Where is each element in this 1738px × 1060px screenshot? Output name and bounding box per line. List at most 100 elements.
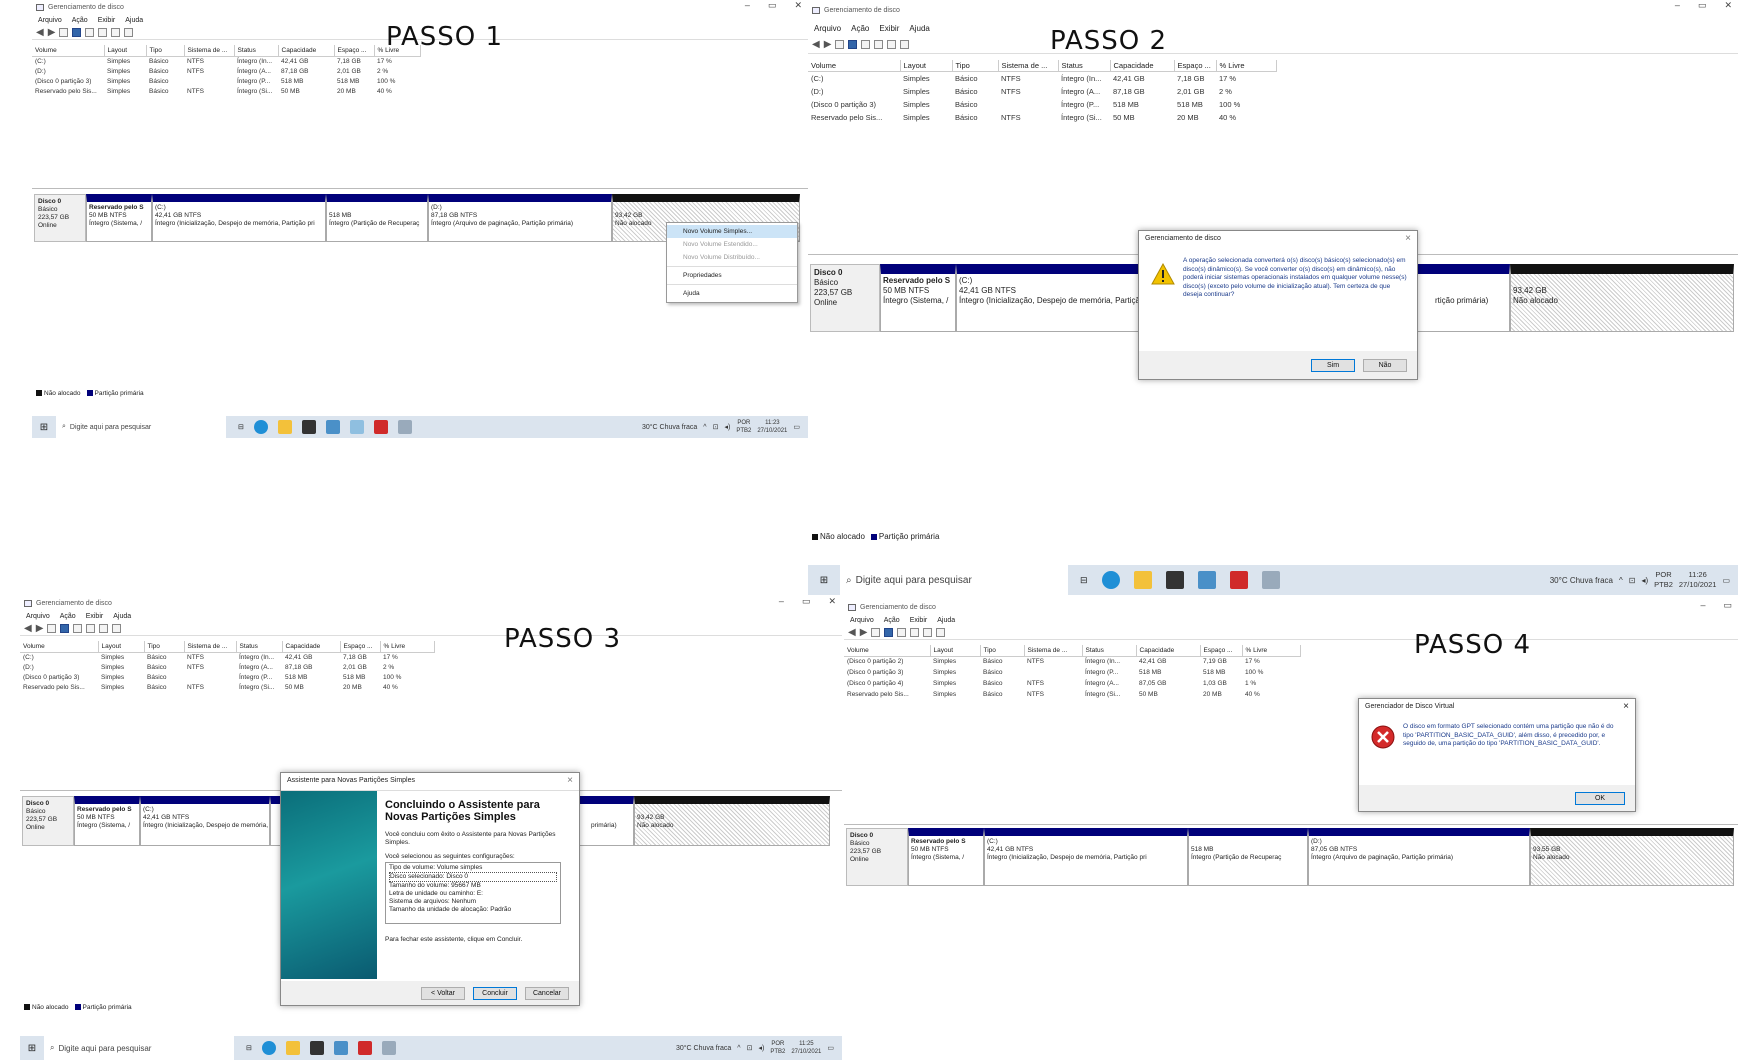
properties-icon[interactable] bbox=[124, 28, 134, 37]
table-row[interactable]: (Disco 0 partição 3) Simples Básico Íntegro… bbox=[32, 76, 420, 86]
back-arrow-icon[interactable]: ◀ bbox=[24, 624, 32, 634]
col-layout[interactable]: Layout bbox=[930, 645, 981, 657]
disk-label[interactable]: Disco 0 Básico 223,57 GB Online bbox=[34, 194, 86, 242]
close-icon[interactable]: ✕ bbox=[1724, 0, 1732, 11]
col-layout[interactable]: Layout bbox=[98, 641, 145, 653]
col-espaco[interactable]: Espaço ... bbox=[1200, 645, 1243, 657]
partition-d[interactable]: (D:) 87,18 GB NTFS Íntegro (Arquivo de pag… bbox=[428, 194, 612, 242]
partition-recovery[interactable]: 518 MB Íntegro (Partição de Recuperaç bbox=[326, 194, 428, 242]
clock[interactable]: 11:26 27/10/2021 bbox=[1679, 570, 1717, 590]
app-icon[interactable] bbox=[1197, 571, 1216, 589]
menu-exibir[interactable]: Exibir bbox=[98, 17, 116, 24]
minimize-icon[interactable]: – bbox=[745, 0, 750, 11]
ok-button[interactable]: OK bbox=[1575, 791, 1625, 805]
col-tipo[interactable]: Tipo bbox=[952, 60, 999, 72]
close-icon[interactable]: × bbox=[1405, 233, 1411, 244]
menu-item-help[interactable]: Ajuda bbox=[667, 287, 797, 300]
table-row[interactable]: Reservado pelo Sis... Simples Básico NTFS Ín… bbox=[32, 86, 420, 96]
col-sistema[interactable]: Sistema de ... bbox=[1024, 645, 1083, 657]
table-row[interactable]: (C:) Simples Básico NTFS Íntegro (In... 42,41… bbox=[808, 72, 1276, 85]
app-icon[interactable] bbox=[1229, 571, 1248, 589]
task-view-icon[interactable]: ⊟ bbox=[238, 423, 244, 431]
menu-ajuda[interactable]: Ajuda bbox=[909, 24, 929, 33]
cancel-button[interactable]: Cancelar bbox=[525, 986, 569, 1000]
console-icon[interactable] bbox=[59, 28, 69, 37]
table-row[interactable]: (Disco 0 partição 2) Simples Básico NTFS Ínt… bbox=[844, 656, 1300, 667]
disk-management-task-icon[interactable] bbox=[381, 1041, 396, 1055]
col-volume[interactable]: Volume bbox=[20, 641, 99, 653]
menu-exibir[interactable]: Exibir bbox=[879, 24, 899, 33]
menu-ajuda[interactable]: Ajuda bbox=[113, 613, 131, 620]
partition-c[interactable]: (C:) 42,41 GB NTFS Íntegro (Inicialização,… bbox=[956, 264, 1154, 332]
restore-icon[interactable]: ▭ bbox=[1698, 0, 1707, 11]
menu-arquivo[interactable]: Arquivo bbox=[814, 24, 841, 33]
edge-icon[interactable] bbox=[1101, 571, 1120, 589]
check-icon[interactable] bbox=[99, 624, 109, 633]
table-row[interactable]: (C:) Simples Básico NTFS Íntegro (In... 42,41… bbox=[20, 652, 434, 662]
finish-button[interactable]: Concluir bbox=[473, 986, 517, 1000]
app-icon[interactable] bbox=[325, 420, 340, 434]
check-icon[interactable] bbox=[887, 40, 897, 49]
taskbar-search[interactable]: ⌕ Digite aqui para pesquisar bbox=[840, 565, 1068, 595]
menu-exibir[interactable]: Exibir bbox=[86, 613, 104, 620]
col-layout[interactable]: Layout bbox=[104, 45, 147, 57]
close-icon[interactable]: × bbox=[1623, 701, 1629, 712]
back-arrow-icon[interactable]: ◀ bbox=[36, 28, 44, 38]
app-icon[interactable] bbox=[333, 1041, 348, 1055]
col-status[interactable]: Status bbox=[1058, 60, 1111, 72]
col-status[interactable]: Status bbox=[1082, 645, 1137, 657]
menu-arquivo[interactable]: Arquivo bbox=[26, 613, 50, 620]
key-icon[interactable] bbox=[910, 628, 920, 637]
partition-d[interactable]: (D:) 87,05 GB NTFS Íntegro (Arquivo de pag… bbox=[1308, 828, 1530, 886]
windows-start-icon[interactable]: ⊞ bbox=[808, 565, 840, 595]
store-icon[interactable] bbox=[309, 1041, 324, 1055]
check-icon[interactable] bbox=[923, 628, 933, 637]
clock[interactable]: 11:23 27/10/2021 bbox=[757, 419, 787, 435]
table-row[interactable]: (Disco 0 partição 4) Simples Básico NTFS Ínt… bbox=[844, 678, 1300, 689]
minimize-icon[interactable]: – bbox=[779, 596, 784, 607]
app-icon[interactable] bbox=[349, 420, 364, 434]
taskbar-search[interactable]: ⌕ Digite aqui para pesquisar bbox=[56, 416, 226, 438]
menu-acao[interactable]: Ação bbox=[851, 24, 869, 33]
store-icon[interactable] bbox=[301, 420, 316, 434]
network-icon[interactable]: ⊡ bbox=[747, 1044, 753, 1052]
language[interactable]: POR PTB2 bbox=[770, 1040, 785, 1056]
restore-icon[interactable]: ▭ bbox=[1723, 600, 1732, 611]
key-icon[interactable] bbox=[98, 28, 108, 37]
forward-arrow-icon[interactable]: ▶ bbox=[48, 28, 56, 38]
menu-arquivo[interactable]: Arquivo bbox=[38, 17, 62, 24]
language[interactable]: POR PTB2 bbox=[1654, 570, 1673, 590]
col-status[interactable]: Status bbox=[234, 45, 279, 57]
console-icon[interactable] bbox=[871, 628, 881, 637]
col-volume[interactable]: Volume bbox=[808, 60, 901, 72]
forward-arrow-icon[interactable]: ▶ bbox=[824, 40, 832, 50]
help-icon[interactable] bbox=[848, 40, 858, 49]
partition-unallocated[interactable]: 93,42 GB Não alocado bbox=[634, 796, 830, 846]
col-capacidade[interactable]: Capacidade bbox=[1136, 645, 1201, 657]
col-capacidade[interactable]: Capacidade bbox=[282, 641, 341, 653]
col-capacidade[interactable]: Capacidade bbox=[1110, 60, 1175, 72]
table-row[interactable]: Reservado pelo Sis... Simples Básico NTFS Ín… bbox=[20, 682, 434, 692]
key-icon[interactable] bbox=[874, 40, 884, 49]
table-row[interactable]: (D:) Simples Básico NTFS Íntegro (A... 87,18 … bbox=[808, 85, 1276, 98]
chevron-up-icon[interactable]: ^ bbox=[1619, 576, 1623, 585]
console-icon[interactable] bbox=[47, 624, 57, 633]
back-arrow-icon[interactable]: ◀ bbox=[848, 628, 856, 638]
menu-item-new-striped-volume[interactable]: Novo Volume Distribuído... bbox=[667, 251, 797, 264]
task-view-icon[interactable]: ⊟ bbox=[246, 1044, 252, 1052]
table-row[interactable]: (D:) Simples Básico NTFS Íntegro (A... 87,18 … bbox=[32, 66, 420, 76]
menu-acao[interactable]: Ação bbox=[60, 613, 76, 620]
forward-arrow-icon[interactable]: ▶ bbox=[36, 624, 44, 634]
folder-icon[interactable] bbox=[1133, 571, 1152, 589]
help-icon[interactable] bbox=[60, 624, 70, 633]
close-icon[interactable]: ✕ bbox=[794, 0, 802, 11]
partition-reserved[interactable]: Reservado pelo S 50 MB NTFS Íntegro (Siste… bbox=[86, 194, 152, 242]
partition-reserved[interactable]: Reservado pelo S 50 MB NTFS Íntegro (Siste… bbox=[74, 796, 140, 846]
col-espaco[interactable]: Espaço ... bbox=[1174, 60, 1217, 72]
help-icon[interactable] bbox=[884, 628, 894, 637]
menu-acao[interactable]: Ação bbox=[72, 17, 88, 24]
restore-icon[interactable]: ▭ bbox=[802, 596, 811, 607]
chevron-up-icon[interactable]: ^ bbox=[737, 1045, 740, 1052]
col-volume[interactable]: Volume bbox=[32, 45, 105, 57]
network-icon[interactable]: ⊡ bbox=[1629, 576, 1636, 585]
